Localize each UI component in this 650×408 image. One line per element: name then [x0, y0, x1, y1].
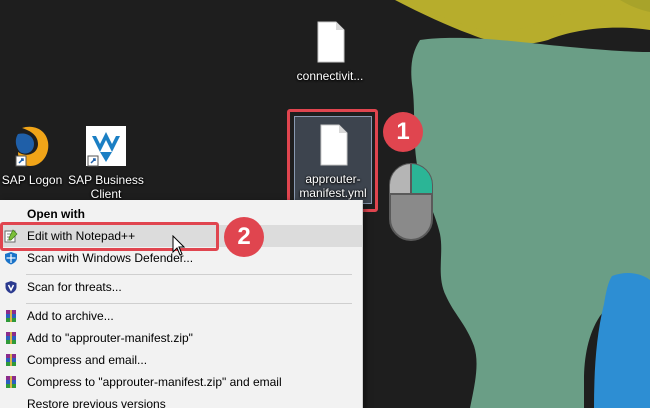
right-click-mouse-icon: [389, 163, 433, 241]
menu-item-compress-and-email[interactable]: Compress and email...: [0, 349, 362, 371]
desktop-icon-sap-business-client[interactable]: SAP Business Client: [68, 122, 144, 201]
desktop-icon-label: connectivit...: [296, 69, 364, 83]
windows-defender-icon: [5, 252, 17, 265]
menu-item-label: Add to "approuter-manifest.zip": [27, 331, 193, 345]
desktop-icon-sap-logon[interactable]: SAP Logon: [0, 122, 70, 187]
sap-logon-icon: [15, 126, 49, 167]
step1-highlight-box: [287, 109, 378, 212]
menu-separator: [26, 274, 352, 275]
winrar-icon: [6, 332, 16, 344]
menu-item-label: Compress to "approuter-manifest.zip" and…: [27, 375, 282, 389]
file-icon: [317, 21, 345, 63]
shield-icon: [5, 281, 17, 294]
menu-item-scan-for-threats[interactable]: Scan for threats...: [0, 276, 362, 298]
mouse-cursor-icon: [172, 235, 186, 256]
menu-item-label: Scan for threats...: [27, 280, 122, 294]
menu-item-add-to-zip[interactable]: Add to "approuter-manifest.zip": [0, 327, 362, 349]
menu-separator: [26, 303, 352, 304]
menu-item-compress-to-zip-and-email[interactable]: Compress to "approuter-manifest.zip" and…: [0, 371, 362, 393]
winrar-icon: [6, 354, 16, 366]
menu-item-label: Compress and email...: [27, 353, 148, 367]
desktop-icon-label: SAP Logon: [1, 173, 63, 187]
winrar-icon: [6, 376, 16, 388]
menu-item-label: Add to archive...: [27, 309, 114, 323]
desktop-icon-label: SAP Business Client: [68, 173, 144, 201]
desktop-icon-connectivity[interactable]: connectivit...: [292, 18, 368, 83]
desktop: connectivit... approuter-manifest.yml SA…: [0, 0, 650, 408]
menu-item-restore-previous-versions[interactable]: Restore previous versions: [0, 393, 362, 408]
menu-item-label: Restore previous versions: [27, 397, 166, 408]
sap-business-client-icon: [86, 126, 126, 167]
winrar-icon: [6, 310, 16, 322]
step2-highlight-box: [0, 222, 219, 251]
step2-badge: 2: [224, 217, 264, 257]
menu-item-add-to-archive[interactable]: Add to archive...: [0, 305, 362, 327]
step1-badge: 1: [383, 112, 423, 152]
